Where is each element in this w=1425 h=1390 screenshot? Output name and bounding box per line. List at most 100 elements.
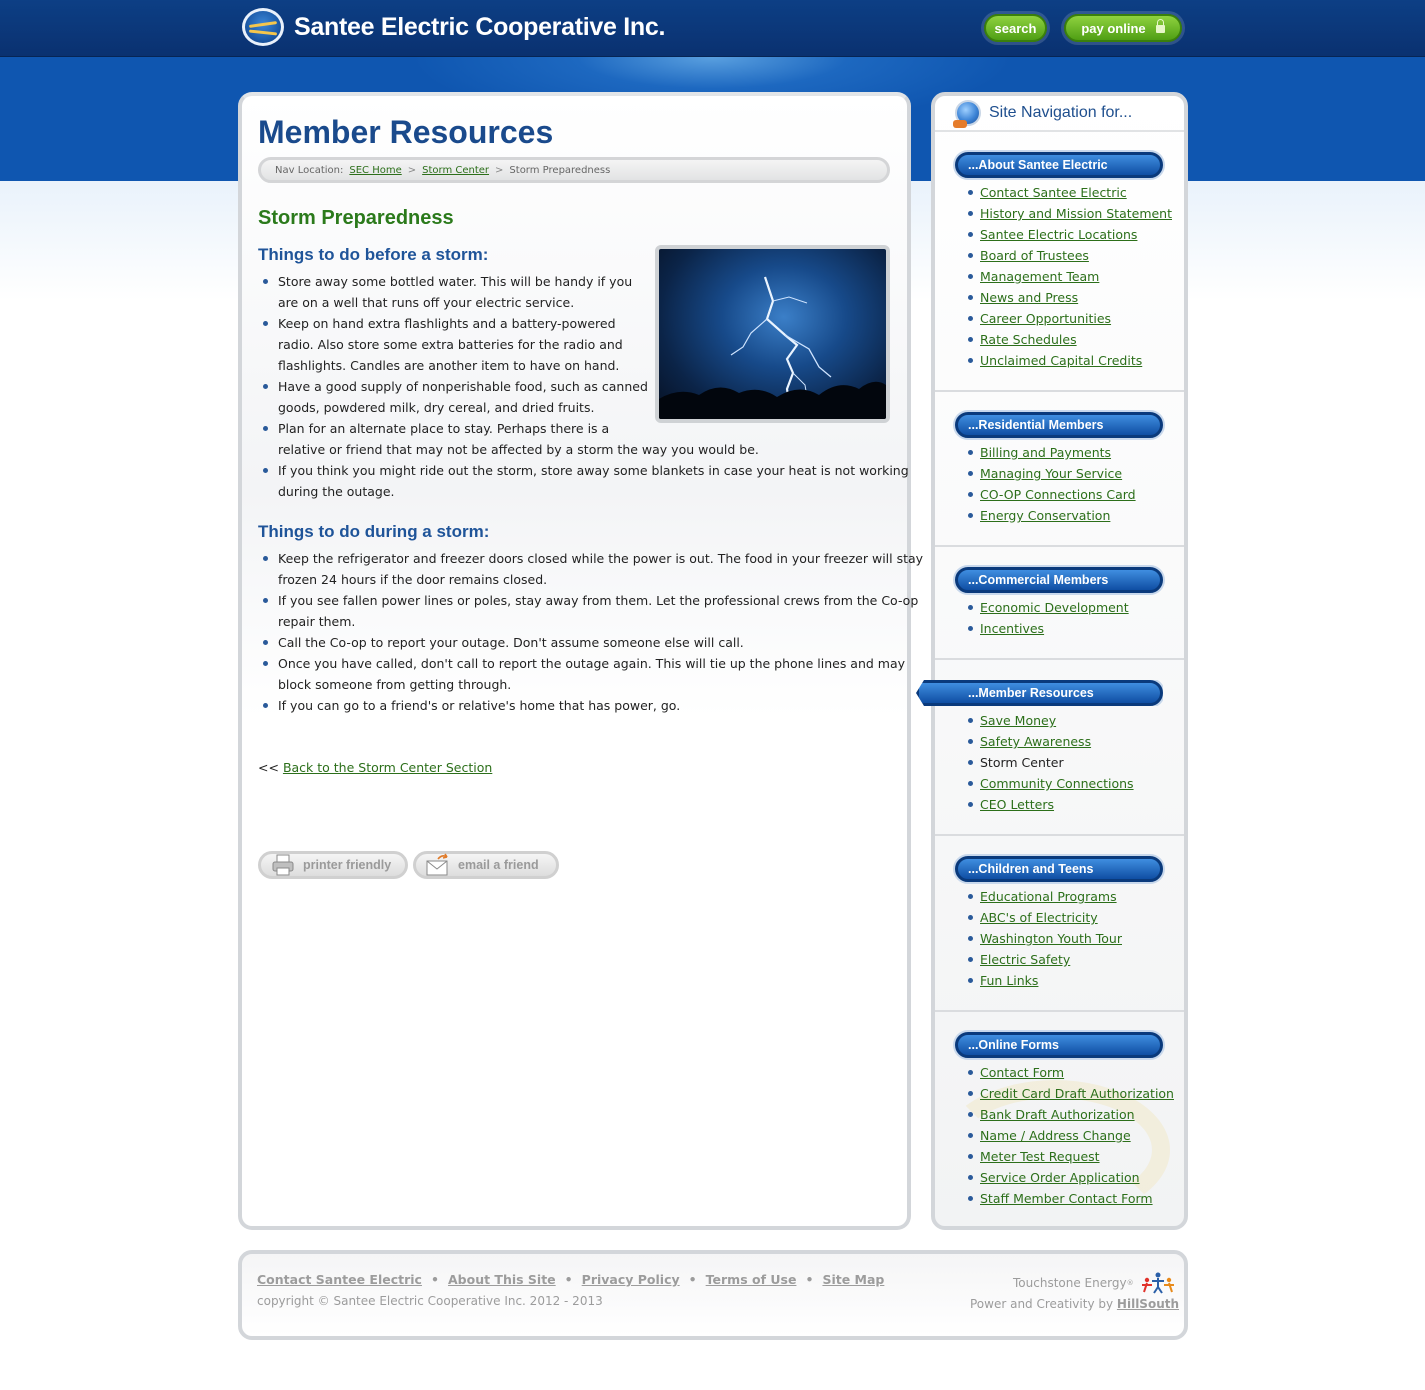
pay-online-button[interactable]: pay online bbox=[1064, 14, 1182, 42]
printer-friendly-button[interactable]: printer friendly bbox=[258, 851, 408, 879]
nav-list-item: CO-OP Connections Card bbox=[966, 484, 1136, 505]
nav-section-3-heading[interactable]: ...Member Resources bbox=[916, 680, 1163, 706]
list-item-line: Keep on hand extra flashlights and a bat… bbox=[278, 316, 616, 331]
nav-link[interactable]: CO-OP Connections Card bbox=[980, 487, 1136, 502]
email-friend-button[interactable]: email a friend bbox=[413, 851, 559, 879]
list-item-line: are on a well that runs off your electri… bbox=[278, 295, 575, 310]
site-logo[interactable]: Santee Electric Cooperative Inc. bbox=[242, 8, 665, 46]
nav-section-0-list: Contact Santee Electric History and Missi… bbox=[966, 182, 1172, 371]
list-item-line: Plan for an alternate place to stay. Per… bbox=[278, 421, 610, 436]
nav-section-4-heading[interactable]: ...Children and Teens bbox=[955, 856, 1163, 882]
nav-link[interactable]: Economic Development bbox=[980, 600, 1129, 615]
nav-list-item: Save Money bbox=[966, 710, 1134, 731]
list-item-line: radio. Also store some extra batteries f… bbox=[278, 337, 623, 352]
nav-section-1-heading[interactable]: ...Residential Members bbox=[955, 412, 1163, 438]
list-item-line: If you can go to a friend's or relative'… bbox=[278, 698, 681, 713]
nav-link[interactable]: Contact Form bbox=[980, 1065, 1064, 1080]
nav-link[interactable]: Save Money bbox=[980, 713, 1056, 728]
nav-link[interactable]: Incentives bbox=[980, 621, 1044, 636]
nav-link[interactable]: Board of Trustees bbox=[980, 248, 1089, 263]
lightning-storm-image bbox=[655, 245, 890, 423]
nav-link[interactable]: Name / Address Change bbox=[980, 1128, 1131, 1143]
nav-link[interactable]: Community Connections bbox=[980, 776, 1134, 791]
site-navigation-header: Site Navigation for... bbox=[935, 96, 1184, 132]
nav-link[interactable]: Service Order Application bbox=[980, 1170, 1140, 1185]
nav-section-5-list: Contact Form Credit Card Draft Authorizat… bbox=[966, 1062, 1174, 1209]
lightning-bolt-graphic bbox=[659, 276, 886, 419]
nav-link[interactable]: History and Mission Statement bbox=[980, 206, 1172, 221]
list-item-line: repair them. bbox=[278, 614, 356, 629]
nav-list-item: Managing Your Service bbox=[966, 463, 1136, 484]
hillsouth-link[interactable]: HillSouth bbox=[1117, 1297, 1179, 1311]
nav-section-2-heading[interactable]: ...Commercial Members bbox=[955, 567, 1163, 593]
nav-link[interactable]: CEO Letters bbox=[980, 797, 1054, 812]
nav-link[interactable]: News and Press bbox=[980, 290, 1078, 305]
nav-link[interactable]: Fun Links bbox=[980, 973, 1038, 988]
list-item-line: flashlights. Candles are another item to… bbox=[278, 358, 620, 373]
nav-link[interactable]: Unclaimed Capital Credits bbox=[980, 353, 1142, 368]
footer-link[interactable]: Privacy Policy bbox=[582, 1272, 680, 1287]
nav-list-item: CEO Letters bbox=[966, 794, 1134, 815]
list-item: Call the Co-op to report your outage. Do… bbox=[258, 632, 923, 653]
footer-link[interactable]: About This Site bbox=[448, 1272, 556, 1287]
santee-logo-icon bbox=[242, 8, 284, 46]
nav-link[interactable]: Rate Schedules bbox=[980, 332, 1077, 347]
nav-list-item: Management Team bbox=[966, 266, 1172, 287]
nav-link[interactable]: Energy Conservation bbox=[980, 508, 1110, 523]
breadcrumb: Nav Location: SEC Home > Storm Center > … bbox=[258, 157, 890, 183]
list-item-line: block someone from getting through. bbox=[278, 677, 512, 692]
nav-link[interactable]: Career Opportunities bbox=[980, 311, 1111, 326]
nav-current-item: Storm Center bbox=[980, 755, 1064, 770]
touchstone-figures-icon bbox=[1140, 1271, 1176, 1295]
list-item-line: during the outage. bbox=[278, 484, 395, 499]
back-to-storm-center-link[interactable]: Back to the Storm Center Section bbox=[283, 760, 492, 775]
footer-link[interactable]: Terms of Use bbox=[706, 1272, 797, 1287]
section-title: Storm Preparedness bbox=[258, 207, 454, 229]
printer-icon bbox=[271, 853, 295, 877]
nav-link[interactable]: Managing Your Service bbox=[980, 466, 1122, 481]
footer-link[interactable]: Site Map bbox=[822, 1272, 884, 1287]
nav-section-0-heading[interactable]: ...About Santee Electric bbox=[955, 152, 1163, 178]
touchstone-energy-brand[interactable]: Touchstone Energy ® bbox=[1013, 1271, 1176, 1295]
list-item-line: If you think you might ride out the stor… bbox=[278, 463, 909, 478]
list-item-line: Call the Co-op to report your outage. Do… bbox=[278, 635, 744, 650]
footer-separator: • bbox=[805, 1272, 814, 1287]
nav-link[interactable]: Credit Card Draft Authorization bbox=[980, 1086, 1174, 1101]
nav-list-item: Credit Card Draft Authorization bbox=[966, 1083, 1174, 1104]
list-item: If you see fallen power lines or poles, … bbox=[258, 590, 923, 632]
footer-separator: • bbox=[430, 1272, 439, 1287]
nav-list-item: Billing and Payments bbox=[966, 442, 1136, 463]
printer-friendly-label: printer friendly bbox=[303, 858, 392, 872]
nav-link[interactable]: Educational Programs bbox=[980, 889, 1117, 904]
footer-link[interactable]: Contact Santee Electric bbox=[257, 1272, 422, 1287]
nav-link[interactable]: Meter Test Request bbox=[980, 1149, 1100, 1164]
footer-links: Contact Santee Electric • About This Site •… bbox=[257, 1272, 884, 1287]
nav-link[interactable]: Staff Member Contact Form bbox=[980, 1191, 1153, 1206]
nav-list-item: Name / Address Change bbox=[966, 1125, 1174, 1146]
nav-section-5-heading[interactable]: ...Online Forms bbox=[955, 1032, 1163, 1058]
list-item: If you think you might ride out the stor… bbox=[258, 460, 909, 502]
nav-list-item: Storm Center bbox=[966, 752, 1134, 773]
nav-link[interactable]: Santee Electric Locations bbox=[980, 227, 1137, 242]
nav-link[interactable]: Bank Draft Authorization bbox=[980, 1107, 1135, 1122]
nav-list-item: News and Press bbox=[966, 287, 1172, 308]
nav-divider bbox=[935, 658, 1184, 660]
list-item-line: Keep the refrigerator and freezer doors … bbox=[278, 551, 924, 566]
nav-link[interactable]: Contact Santee Electric bbox=[980, 185, 1127, 200]
search-button[interactable]: search bbox=[984, 14, 1047, 42]
nav-list-item: Rate Schedules bbox=[966, 329, 1172, 350]
email-icon bbox=[426, 853, 450, 877]
breadcrumb-storm-center-link[interactable]: Storm Center bbox=[422, 165, 489, 176]
nav-list-item: Bank Draft Authorization bbox=[966, 1104, 1174, 1125]
breadcrumb-prefix: Nav Location: bbox=[275, 164, 344, 176]
nav-link[interactable]: Safety Awareness bbox=[980, 734, 1091, 749]
nav-link[interactable]: Billing and Payments bbox=[980, 445, 1111, 460]
nav-link[interactable]: Electric Safety bbox=[980, 952, 1070, 967]
nav-link[interactable]: ABC's of Electricity bbox=[980, 910, 1098, 925]
nav-link[interactable]: Washington Youth Tour bbox=[980, 931, 1122, 946]
breadcrumb-separator: > bbox=[495, 164, 504, 176]
breadcrumb-home-link[interactable]: SEC Home bbox=[349, 165, 401, 176]
nav-link[interactable]: Management Team bbox=[980, 269, 1099, 284]
lock-icon bbox=[1155, 19, 1165, 33]
powered-by-text: Power and Creativity by HillSouth bbox=[970, 1297, 1179, 1311]
